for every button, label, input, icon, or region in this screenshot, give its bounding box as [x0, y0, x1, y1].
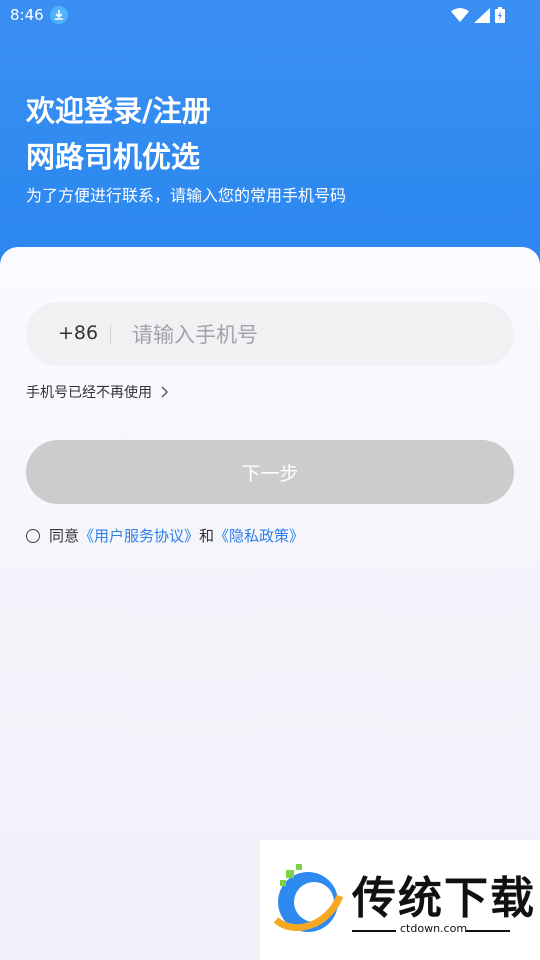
watermark-brand: 传统下载: [352, 873, 536, 924]
user-agreement-link[interactable]: 《用户服务协议》: [79, 525, 199, 546]
status-bar: 8:46: [0, 0, 540, 30]
download-icon: [50, 6, 68, 24]
wifi-icon: [451, 8, 469, 22]
privacy-policy-link[interactable]: 《隐私政策》: [214, 525, 304, 546]
agree-and: 和: [199, 527, 215, 545]
signal-icon: [474, 7, 490, 23]
brand-logo-icon: [273, 864, 344, 932]
page-title-line2: 网路司机优选: [26, 140, 201, 174]
agree-prefix: 同意: [49, 527, 80, 545]
next-step-button[interactable]: 下一步: [26, 440, 514, 504]
phone-field[interactable]: +86: [26, 302, 514, 368]
agreement-row: 同意 《用户服务协议》 和 《隐私政策》: [26, 525, 304, 546]
watermark-line-left: [352, 930, 396, 932]
page-title-line1: 欢迎登录/注册: [26, 94, 211, 128]
page-subtitle: 为了方便进行联系，请输入您的常用手机号码: [26, 186, 347, 205]
watermark-url: ctdown.com: [400, 922, 468, 935]
chevron-right-icon: [161, 386, 168, 398]
phone-no-longer-used-label: 手机号已经不再使用: [26, 385, 152, 401]
watermark: 传统下载 ctdown.com: [260, 840, 540, 960]
phone-no-longer-used-link[interactable]: 手机号已经不再使用: [26, 382, 168, 402]
field-divider: [110, 325, 111, 343]
status-time: 8:46: [10, 6, 44, 24]
country-code[interactable]: +86: [58, 322, 98, 344]
phone-input[interactable]: [130, 302, 494, 368]
battery-icon: [495, 7, 505, 23]
agree-radio[interactable]: [26, 528, 40, 543]
watermark-line-right: [466, 930, 510, 932]
